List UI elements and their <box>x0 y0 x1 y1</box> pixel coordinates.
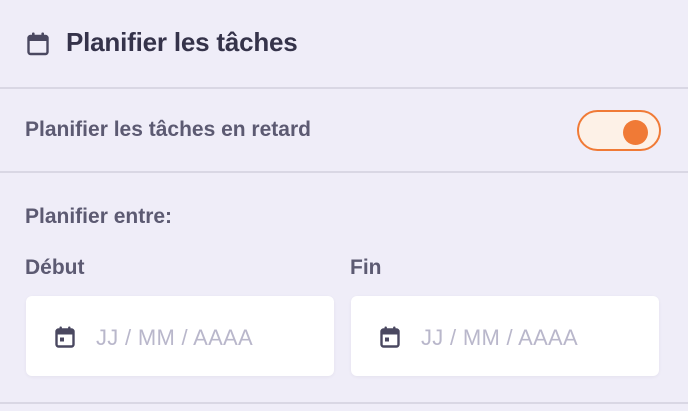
page-title: Planifier les tâches <box>66 27 298 57</box>
calendar-icon <box>55 326 75 348</box>
end-date-label: Fin <box>350 256 382 279</box>
late-tasks-label: Planifier les tâches en retard <box>25 118 311 141</box>
late-tasks-toggle[interactable] <box>577 110 661 151</box>
toggle-knob <box>623 120 648 145</box>
divider <box>0 402 688 404</box>
start-date-label: Début <box>25 256 85 279</box>
start-date-placeholder: JJ / MM / AAAA <box>96 325 254 350</box>
panel-header: Planifier les tâches <box>0 0 688 89</box>
calendar-icon <box>27 32 49 56</box>
date-range-section: Planifier entre: Début JJ / MM / AAAA Fi… <box>0 173 688 411</box>
end-date-placeholder: JJ / MM / AAAA <box>421 325 579 350</box>
calendar-icon <box>380 326 400 348</box>
date-range-label: Planifier entre: <box>25 205 173 228</box>
late-tasks-row: Planifier les tâches en retard <box>0 89 688 173</box>
schedule-tasks-panel: Planifier les tâches Planifier les tâche… <box>0 0 688 411</box>
start-date-field[interactable]: JJ / MM / AAAA <box>26 296 334 376</box>
end-date-field[interactable]: JJ / MM / AAAA <box>351 296 659 376</box>
